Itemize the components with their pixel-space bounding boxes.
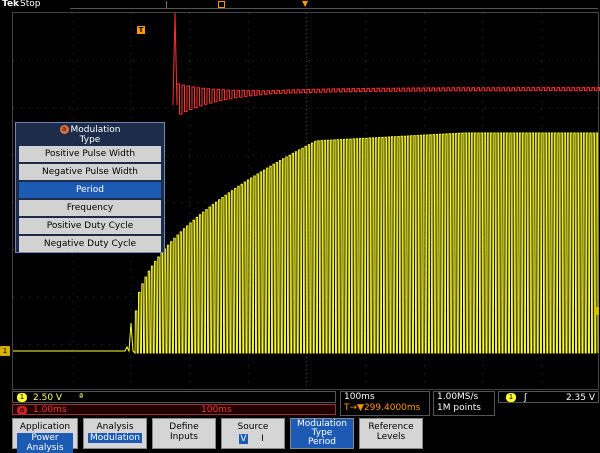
trigger-source-badge: 1 xyxy=(506,393,516,402)
bottom-button-bar: Application Power Analysis Analysis Modu… xyxy=(12,418,600,453)
math-scale-readout[interactable]: a 1.00ms 100ms xyxy=(12,404,336,415)
define-inputs-button[interactable]: Define Inputs xyxy=(152,418,216,449)
modulation-type-button[interactable]: Modulation Type Period xyxy=(290,418,354,449)
acquisition-readout[interactable]: 1.00MS/s 1M points xyxy=(433,391,495,416)
brand-label: TekStop xyxy=(2,0,41,9)
menu-item[interactable]: Negative Pulse Width xyxy=(19,164,161,180)
button-label-line2: Levels xyxy=(376,432,406,442)
acquisition-state: Stop xyxy=(20,0,41,9)
button-label: Reference xyxy=(368,422,414,432)
menu-item[interactable]: Positive Duty Cycle xyxy=(19,218,161,234)
analysis-button[interactable]: Analysis Modulation xyxy=(83,418,147,449)
button-label: Application xyxy=(19,422,71,432)
record-view-window[interactable] xyxy=(166,1,600,8)
menu-title-line1: Modulation xyxy=(70,125,121,135)
menu-item[interactable]: Negative Duty Cycle xyxy=(19,236,161,252)
menu-item-list: Positive Pulse Width Negative Pulse Width… xyxy=(16,146,164,252)
button-label-line2: Inputs xyxy=(170,432,198,442)
top-status-bar: TekStop ▼ xyxy=(0,0,600,12)
bandwidth-limit-icon: ª xyxy=(78,393,84,403)
brand-text: Tek xyxy=(2,0,20,9)
math-timebase: 100ms xyxy=(201,405,232,415)
button-value: Power Analysis xyxy=(17,433,73,453)
ch1-badge: 1 xyxy=(17,393,27,402)
button-value: Period xyxy=(307,437,337,447)
trigger-marker-icon: T xyxy=(137,26,145,34)
menu-item[interactable]: Positive Pulse Width xyxy=(19,146,161,162)
trigger-position: T→▼299.4000ms xyxy=(344,403,421,413)
trigger-level: 2.35 V xyxy=(565,393,595,403)
ch1-scale: 2.50 V xyxy=(33,393,63,403)
math-scale: 1.00ms xyxy=(33,405,67,415)
record-length: 1M points xyxy=(437,403,481,413)
menu-item[interactable]: Frequency xyxy=(19,200,161,216)
application-button[interactable]: Application Power Analysis xyxy=(12,418,78,453)
button-value: Modulation xyxy=(88,433,142,443)
ch1-ground-marker-icon[interactable]: 1 xyxy=(0,346,10,356)
reference-levels-button[interactable]: Reference Levels xyxy=(359,418,423,449)
button-label: Source xyxy=(237,422,269,432)
menu-item[interactable]: Period xyxy=(19,182,161,198)
source-voltage-option[interactable]: V xyxy=(239,434,248,444)
menu-title-line2: Type xyxy=(79,135,101,145)
trigger-level-marker-icon xyxy=(594,307,599,315)
modulation-type-menu: a Modulation Type Positive Pulse Width Neg… xyxy=(15,122,165,253)
ch1-scale-readout[interactable]: 1 2.50 V ª xyxy=(12,391,336,403)
horizontal-readout[interactable]: 100ms T→▼299.4000ms xyxy=(340,391,430,416)
expansion-point-icon: ▼ xyxy=(302,0,309,8)
trigger-slope-icon: ʃ xyxy=(524,393,528,403)
trigger-readout[interactable]: 1ʃ 2.35 V xyxy=(498,391,599,403)
math-badge: a xyxy=(17,406,27,415)
math-badge-icon: a xyxy=(59,125,69,134)
button-label: Define xyxy=(169,422,199,432)
button-label: Analysis xyxy=(96,422,134,432)
math-waveform xyxy=(172,13,600,115)
source-current-option[interactable]: I xyxy=(258,434,267,444)
source-button[interactable]: Source VI xyxy=(221,418,285,449)
trigger-position-marker-icon xyxy=(218,1,225,8)
timebase: 100ms xyxy=(344,392,375,402)
menu-title: a Modulation Type xyxy=(16,123,164,146)
sample-rate: 1.00MS/s xyxy=(437,392,479,402)
